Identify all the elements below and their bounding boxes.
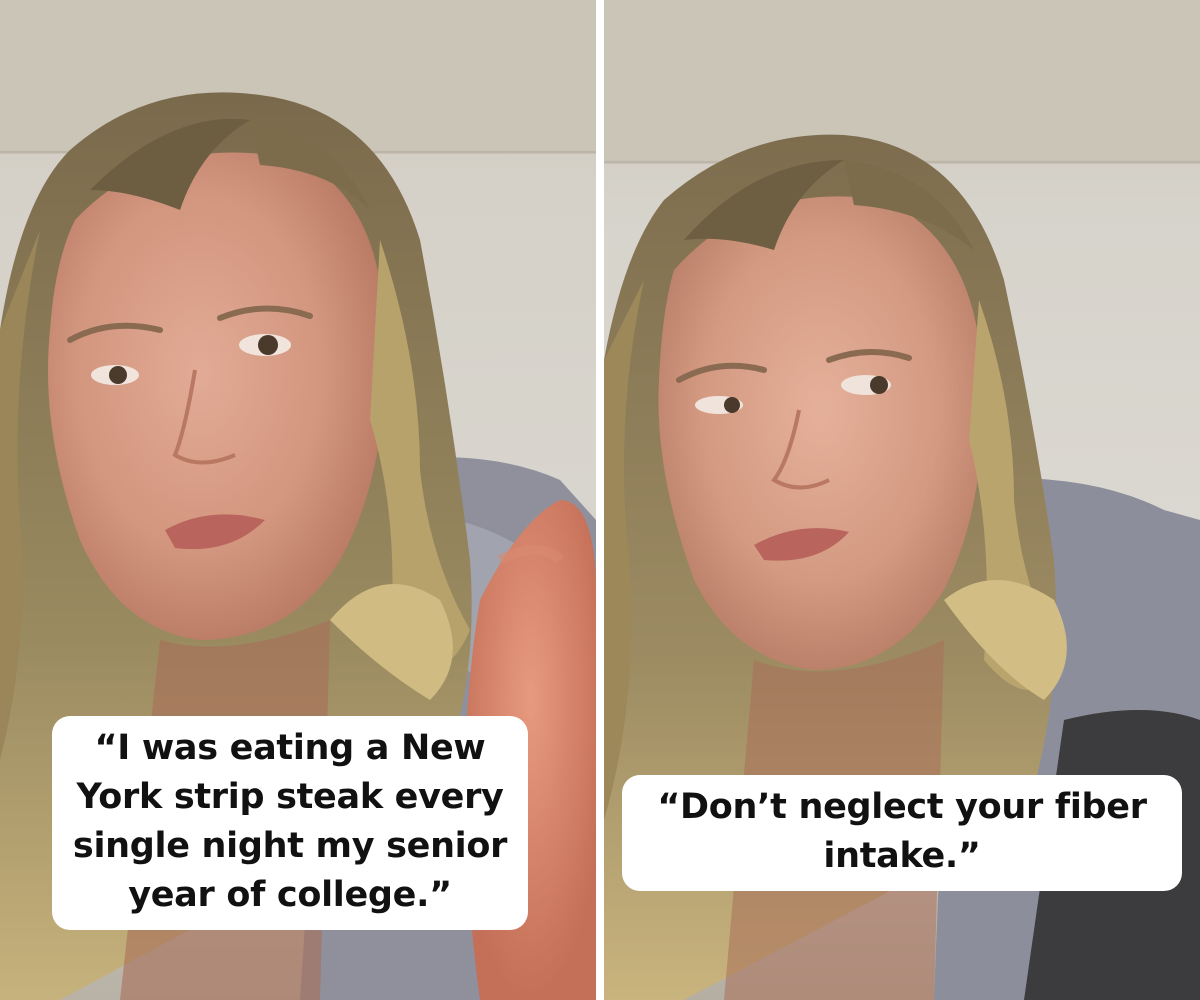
quote-caption-right: “Don’t neglect your fiber intake.” (622, 775, 1182, 891)
quote-caption-left: “I was eating a New York strip steak eve… (52, 716, 528, 930)
photo-collage: “I was eating a New York strip steak eve… (0, 0, 1200, 1000)
panel-divider (596, 0, 604, 1000)
right-photo-panel: “Don’t neglect your fiber intake.” (604, 0, 1200, 1000)
left-photo-panel: “I was eating a New York strip steak eve… (0, 0, 596, 1000)
